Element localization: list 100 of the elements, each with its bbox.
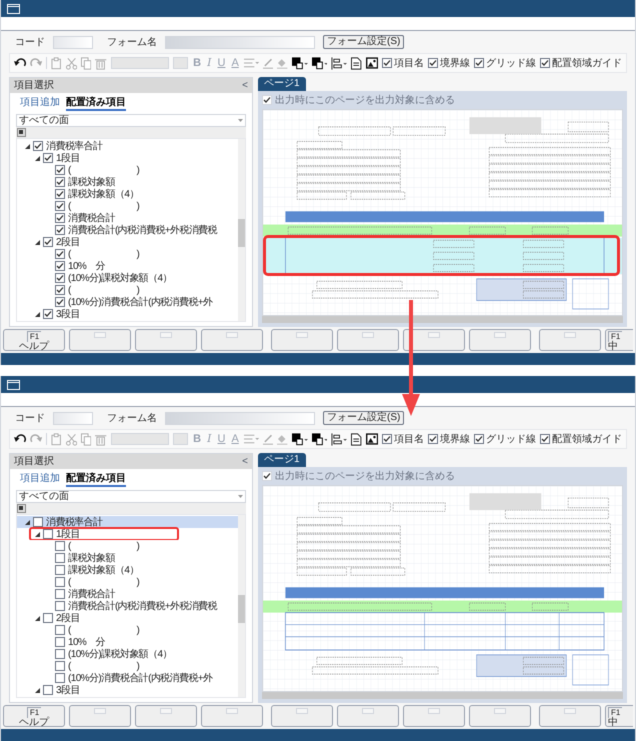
- function-key-button[interactable]: F1 中: [605, 329, 633, 351]
- page-tab[interactable]: ページ1: [258, 77, 306, 91]
- text-color-icon[interactable]: [292, 56, 308, 70]
- tree-item-label[interactable]: ( ): [68, 624, 140, 636]
- border-icon[interactable]: [331, 432, 348, 446]
- panel-tab[interactable]: 配置済み項目: [66, 473, 126, 487]
- form-name-field[interactable]: [165, 36, 315, 48]
- tree-item-label[interactable]: 10% 分: [68, 260, 106, 272]
- tree-item-label[interactable]: 1段目: [56, 528, 80, 540]
- border-icon[interactable]: [331, 56, 348, 70]
- tree-toggle-icon[interactable]: [17, 128, 26, 137]
- tree-item-label[interactable]: 課税対象額: [68, 552, 116, 564]
- tree-item-label[interactable]: 2段目: [56, 612, 80, 624]
- tree-item-label[interactable]: 1段目: [56, 152, 80, 164]
- tree-toggle-icon[interactable]: [17, 504, 26, 513]
- horizontal-scrollbar[interactable]: [262, 692, 623, 699]
- expanded-triangle-icon[interactable]: [35, 312, 40, 316]
- tree-item-label[interactable]: ( ): [68, 540, 140, 552]
- checkbox[interactable]: [55, 601, 65, 611]
- checkbox[interactable]: [55, 189, 65, 199]
- font-size-field[interactable]: [173, 57, 188, 69]
- clipboard-icon[interactable]: [51, 56, 62, 70]
- checkbox[interactable]: [43, 685, 53, 695]
- text-color-icon[interactable]: [292, 432, 308, 446]
- horizontal-scrollbar[interactable]: [262, 316, 623, 323]
- tree-item-label[interactable]: 消費税率合計: [46, 516, 102, 528]
- checkbox[interactable]: [43, 309, 53, 319]
- checkbox[interactable]: [55, 541, 65, 551]
- tree-item-label[interactable]: 消費税率合計: [46, 140, 102, 152]
- tree-item-label[interactable]: (10%分)課税対象額（4）: [68, 272, 172, 284]
- checkbox[interactable]: [55, 577, 65, 587]
- tree-item-label[interactable]: (10%分)消費税合計(内税消費税+外: [68, 672, 212, 684]
- collapse-button[interactable]: <: [242, 454, 248, 469]
- expanded-triangle-icon[interactable]: [25, 144, 30, 148]
- function-key-button[interactable]: F1 ヘルプ: [3, 329, 65, 351]
- checkbox[interactable]: [540, 434, 550, 444]
- checkbox[interactable]: [55, 553, 65, 563]
- checkbox[interactable]: [55, 177, 65, 187]
- tree-item-label[interactable]: ( ): [68, 248, 140, 260]
- checkbox[interactable]: [55, 565, 65, 575]
- filter-dropdown[interactable]: すべての面: [16, 114, 246, 127]
- function-key-button[interactable]: [403, 329, 465, 351]
- code-field[interactable]: [53, 36, 93, 48]
- scrollbar[interactable]: [238, 515, 245, 697]
- checkbox[interactable]: [55, 249, 65, 259]
- checkbox[interactable]: [55, 673, 65, 683]
- checkbox[interactable]: [428, 58, 438, 68]
- panel-tab[interactable]: 項目追加: [20, 473, 60, 487]
- expanded-triangle-icon[interactable]: [35, 532, 40, 536]
- document-icon[interactable]: [351, 432, 362, 446]
- tree-item-label[interactable]: ( ): [68, 660, 140, 672]
- tree-item-label[interactable]: 消費税合計: [68, 212, 116, 224]
- function-key-button[interactable]: F1 ヘルプ: [3, 705, 65, 727]
- font-size-field[interactable]: [173, 433, 188, 445]
- checkbox[interactable]: [474, 434, 484, 444]
- page-tab[interactable]: ページ1: [258, 453, 306, 467]
- filter-dropdown[interactable]: すべての面: [16, 490, 246, 503]
- checkbox[interactable]: [43, 613, 53, 623]
- function-key-button[interactable]: F1 中: [605, 705, 633, 727]
- checkbox[interactable]: [55, 225, 65, 235]
- fill-color-icon[interactable]: [312, 56, 328, 70]
- checkbox[interactable]: [43, 237, 53, 247]
- expanded-triangle-icon[interactable]: [35, 688, 40, 692]
- expanded-triangle-icon[interactable]: [35, 240, 40, 244]
- checkbox[interactable]: [55, 201, 65, 211]
- fill-color-icon[interactable]: [312, 432, 328, 446]
- clipboard-icon[interactable]: [51, 432, 62, 446]
- expanded-triangle-icon[interactable]: [35, 616, 40, 620]
- undo-icon[interactable]: [14, 58, 26, 68]
- checkbox[interactable]: [55, 261, 65, 271]
- checkbox[interactable]: [55, 297, 65, 307]
- tree-item-label[interactable]: 3段目: [56, 684, 80, 696]
- checkbox[interactable]: [55, 661, 65, 671]
- expanded-triangle-icon[interactable]: [25, 520, 30, 524]
- tree-item-label[interactable]: 消費税合計: [68, 588, 116, 600]
- tree-item-label[interactable]: ( ): [68, 164, 140, 176]
- tree-item-label[interactable]: 10% 分: [68, 636, 106, 648]
- checkbox[interactable]: [43, 529, 53, 539]
- checkbox[interactable]: [55, 589, 65, 599]
- tree-item-label[interactable]: ( ): [68, 284, 140, 296]
- checkbox[interactable]: [55, 625, 65, 635]
- tree-item-label[interactable]: (10%分)課税対象額（4）: [68, 648, 172, 660]
- checkbox[interactable]: [33, 517, 43, 527]
- undo-icon[interactable]: [14, 434, 26, 444]
- checkbox[interactable]: [55, 285, 65, 295]
- panel-tab[interactable]: 項目追加: [20, 97, 60, 111]
- tree-item-label[interactable]: ( ): [68, 576, 140, 588]
- form-settings-button[interactable]: フォーム設定(S): [323, 411, 404, 425]
- tree-item-label[interactable]: ( ): [68, 200, 140, 212]
- document-icon[interactable]: [351, 56, 362, 70]
- checkbox[interactable]: [33, 141, 43, 151]
- checkbox[interactable]: [55, 637, 65, 647]
- tree-item-label[interactable]: 3段目: [56, 308, 80, 320]
- checkbox[interactable]: [43, 153, 53, 163]
- collapse-button[interactable]: <: [242, 78, 248, 93]
- checkbox[interactable]: [382, 434, 392, 444]
- expanded-triangle-icon[interactable]: [35, 156, 40, 160]
- tree-item-label[interactable]: 課税対象額（4）: [68, 564, 139, 576]
- code-field[interactable]: [53, 412, 93, 424]
- scrollbar[interactable]: [238, 139, 245, 321]
